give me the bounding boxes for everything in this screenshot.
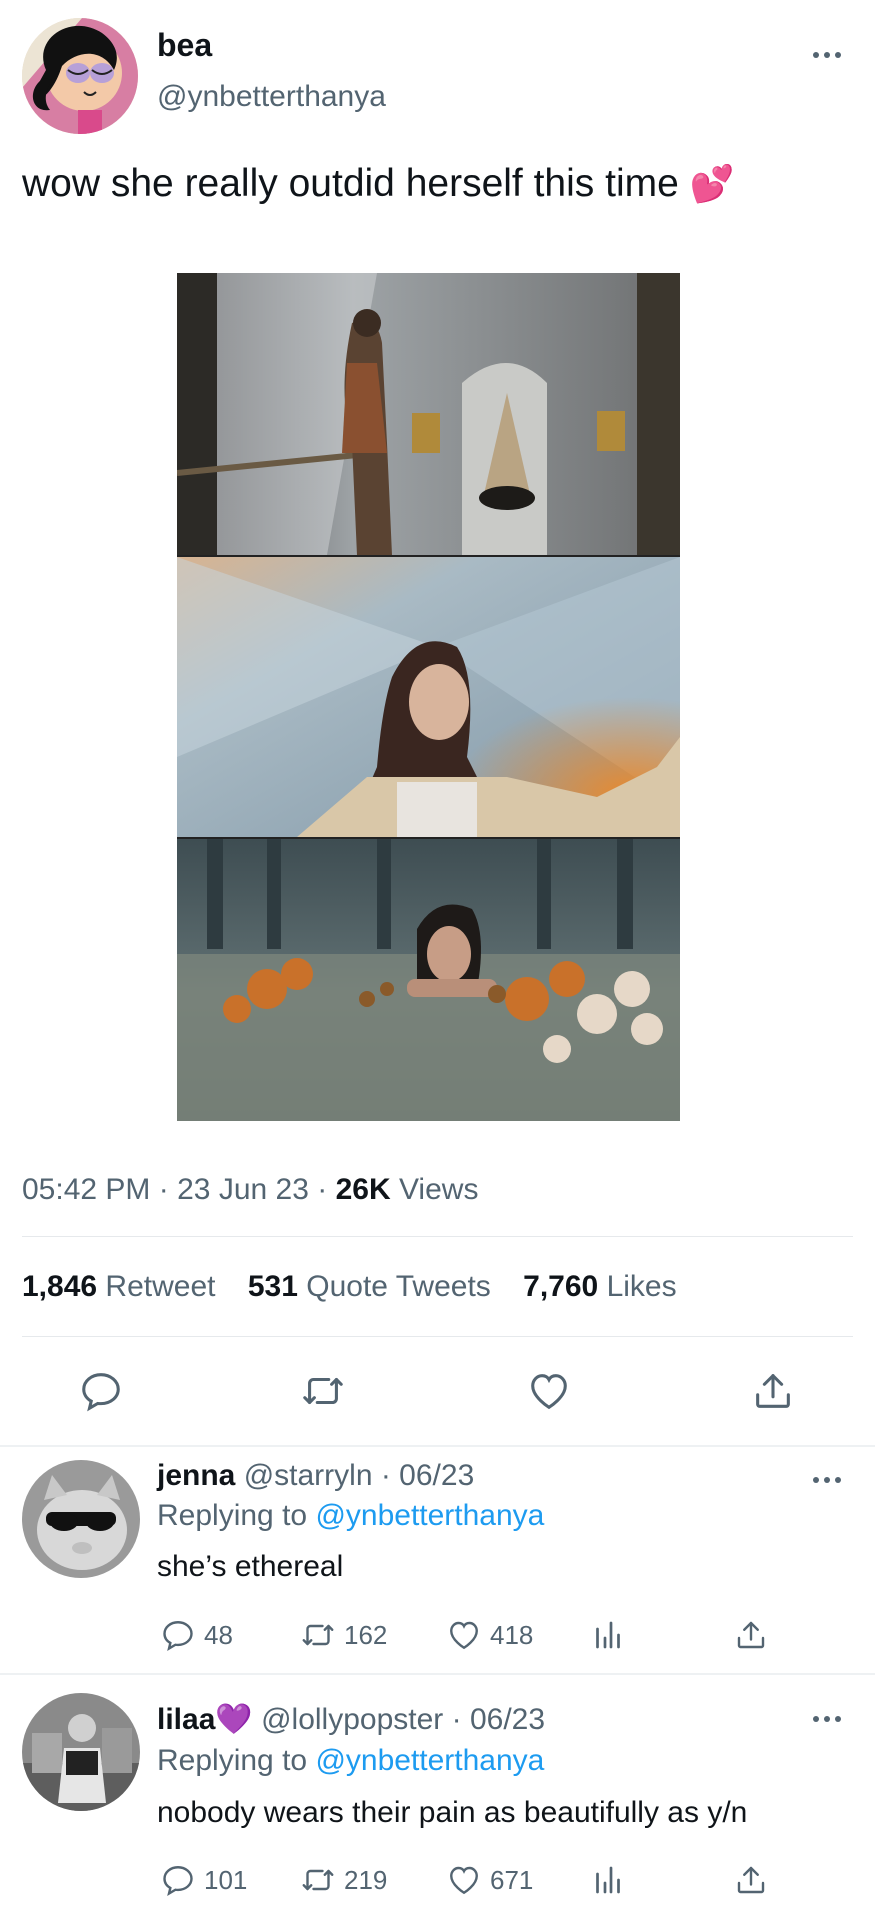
reply-reply-button[interactable]: 48 bbox=[160, 1617, 233, 1653]
heart-icon bbox=[450, 1866, 478, 1895]
replying-to-line: Replying to @ynbetterthanya bbox=[157, 1744, 544, 1778]
author-handle[interactable]: @ynbetterthanya bbox=[157, 80, 386, 114]
retweet-count: 219 bbox=[344, 1864, 388, 1895]
two-hearts-emoji: 💕 bbox=[689, 163, 735, 204]
reply-header: lilaa💜 @lollypopster · 06/23 bbox=[157, 1702, 545, 1737]
separator: · bbox=[317, 1173, 328, 1206]
retweet-icon bbox=[302, 1624, 334, 1646]
reply-retweet-button[interactable]: 162 bbox=[300, 1617, 387, 1653]
retweet-icon bbox=[302, 1869, 334, 1891]
reply-like-button[interactable]: 418 bbox=[446, 1617, 533, 1653]
analytics-icon[interactable] bbox=[590, 1862, 626, 1898]
heart-icon bbox=[450, 1621, 478, 1650]
quotes-stat[interactable]: 531 Quote Tweets bbox=[248, 1270, 499, 1303]
cat-sunglasses-avatar-icon bbox=[22, 1460, 140, 1578]
photo-staircase bbox=[177, 273, 680, 555]
reply-author-handle[interactable]: @starryln bbox=[244, 1459, 373, 1492]
tweet-date[interactable]: 23 Jun 23 bbox=[177, 1173, 309, 1206]
reply-count: 101 bbox=[204, 1864, 248, 1895]
replying-to-link[interactable]: @ynbetterthanya bbox=[315, 1499, 544, 1532]
more-options-icon[interactable] bbox=[813, 50, 843, 60]
share-icon[interactable] bbox=[733, 1862, 769, 1898]
section-divider bbox=[0, 1673, 875, 1675]
likes-stat[interactable]: 7,760 Likes bbox=[523, 1270, 676, 1303]
replying-to-line: Replying to @ynbetterthanya bbox=[157, 1499, 544, 1533]
reply-icon bbox=[163, 1621, 193, 1651]
retweets-label: Retweet bbox=[105, 1270, 216, 1303]
reply-retweet-button[interactable]: 219 bbox=[300, 1862, 387, 1898]
photo-veil bbox=[177, 557, 680, 837]
reply-text: nobody wears their pain as beautifully a… bbox=[157, 1796, 748, 1829]
heart-icon[interactable] bbox=[526, 1368, 572, 1414]
reply-author-handle[interactable]: @lollypopster bbox=[261, 1703, 443, 1736]
analytics-icon[interactable] bbox=[590, 1617, 626, 1653]
reply-author-name[interactable]: lilaa bbox=[157, 1703, 215, 1736]
retweet-icon[interactable] bbox=[300, 1368, 346, 1414]
tweet-text: wow she really outdid herself this time … bbox=[22, 162, 734, 206]
views-count: 26K bbox=[335, 1173, 391, 1206]
quotes-label: Quote Tweets bbox=[306, 1270, 491, 1303]
replying-to-link[interactable]: @ynbetterthanya bbox=[315, 1744, 544, 1777]
reply-icon[interactable] bbox=[78, 1368, 124, 1414]
reply-reply-button[interactable]: 101 bbox=[160, 1862, 247, 1898]
bw-photo-avatar-icon bbox=[22, 1693, 140, 1811]
reply-author-name[interactable]: jenna bbox=[157, 1459, 235, 1492]
separator: · bbox=[158, 1173, 169, 1206]
share-icon[interactable] bbox=[733, 1617, 769, 1653]
photo-flowers bbox=[177, 839, 680, 1121]
author-avatar[interactable] bbox=[22, 18, 138, 134]
more-options-icon[interactable] bbox=[813, 1475, 843, 1485]
reply-icon bbox=[163, 1866, 193, 1896]
like-count: 671 bbox=[490, 1864, 534, 1895]
reply-date[interactable]: · 06/23 bbox=[452, 1703, 545, 1736]
more-options-icon[interactable] bbox=[813, 1714, 843, 1724]
quotes-count: 531 bbox=[247, 1270, 298, 1303]
reply-count: 48 bbox=[204, 1619, 233, 1650]
retweets-count: 1,846 bbox=[22, 1270, 98, 1303]
tweet-timestamp-line: 05:42 PM · 23 Jun 23 · 26K Views bbox=[22, 1173, 478, 1207]
reply-avatar[interactable] bbox=[22, 1693, 140, 1811]
share-icon[interactable] bbox=[750, 1368, 796, 1414]
likes-label: Likes bbox=[606, 1270, 677, 1303]
retweets-stat[interactable]: 1,846 Retweet bbox=[22, 1270, 224, 1303]
tweet-media[interactable] bbox=[177, 273, 680, 1121]
reply-avatar[interactable] bbox=[22, 1460, 140, 1578]
views-label: Views bbox=[398, 1173, 479, 1206]
retweet-count: 162 bbox=[344, 1619, 388, 1650]
divider bbox=[22, 1236, 853, 1237]
section-divider bbox=[0, 1445, 875, 1447]
replying-to-label: Replying to bbox=[157, 1499, 308, 1532]
tweet-time[interactable]: 05:42 PM bbox=[22, 1173, 150, 1206]
buttercup-avatar-icon bbox=[22, 18, 138, 134]
divider bbox=[22, 1336, 853, 1337]
like-count: 418 bbox=[490, 1619, 534, 1650]
tweet-text-body: wow she really outdid herself this time bbox=[22, 162, 679, 205]
reply-text: she’s ethereal bbox=[157, 1550, 344, 1583]
likes-count: 7,760 bbox=[523, 1270, 599, 1303]
reply-like-button[interactable]: 671 bbox=[446, 1862, 533, 1898]
engagement-stats: 1,846 Retweet 531 Quote Tweets 7,760 Lik… bbox=[22, 1270, 677, 1304]
replying-to-label: Replying to bbox=[157, 1744, 308, 1777]
purple-heart-emoji: 💜 bbox=[215, 1703, 253, 1736]
reply-date[interactable]: · 06/23 bbox=[381, 1459, 474, 1492]
reply-header: jenna @starryln · 06/23 bbox=[157, 1459, 474, 1493]
author-name[interactable]: bea bbox=[157, 27, 212, 64]
